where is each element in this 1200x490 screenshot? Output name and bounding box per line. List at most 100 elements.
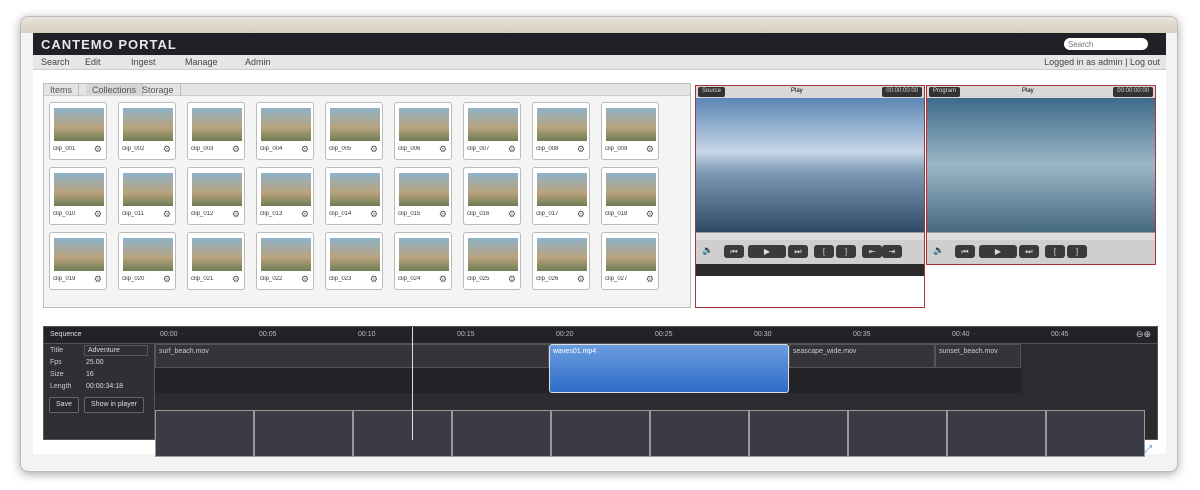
library-item[interactable]: clip_004 ⚙ xyxy=(256,102,314,160)
library-item[interactable]: clip_026 ⚙ xyxy=(532,232,590,290)
prev-icon[interactable]: ⏮ xyxy=(955,245,975,258)
library-item[interactable]: clip_006 ⚙ xyxy=(394,102,452,160)
selected-clip[interactable]: waves01.mp4 xyxy=(549,344,789,393)
video-preview[interactable] xyxy=(696,98,924,232)
show-in-player-button[interactable]: Show in player xyxy=(84,397,144,413)
library-item[interactable]: clip_010 ⚙ xyxy=(49,167,107,225)
gear-icon[interactable]: ⚙ xyxy=(508,274,516,285)
library-item[interactable]: clip_022 ⚙ xyxy=(256,232,314,290)
volume-icon[interactable]: 🔈 xyxy=(702,245,713,256)
video-preview[interactable] xyxy=(927,98,1155,232)
gear-icon[interactable]: ⚙ xyxy=(439,209,447,220)
library-item[interactable]: clip_021 ⚙ xyxy=(187,232,245,290)
search-input[interactable] xyxy=(1064,38,1148,50)
gear-icon[interactable]: ⚙ xyxy=(232,144,240,155)
prev-icon[interactable]: ⏮ xyxy=(724,245,744,258)
menu-bar: Search Edit Ingest Manage Admin Logged i… xyxy=(33,55,1166,70)
title-field[interactable]: Adventure xyxy=(84,345,148,356)
gear-icon[interactable]: ⚙ xyxy=(646,274,654,285)
library-item[interactable]: clip_025 ⚙ xyxy=(463,232,521,290)
item-label: clip_026 xyxy=(536,276,559,282)
gear-icon[interactable]: ⚙ xyxy=(577,209,585,220)
library-item[interactable]: clip_018 ⚙ xyxy=(601,167,659,225)
scrubber[interactable] xyxy=(927,232,1155,240)
user-info[interactable]: Logged in as admin | Log out xyxy=(1044,57,1160,67)
player1-left-button[interactable]: Source xyxy=(698,87,726,97)
library-item[interactable]: clip_012 ⚙ xyxy=(187,167,245,225)
gear-icon[interactable]: ⚙ xyxy=(94,144,102,155)
gear-icon[interactable]: ⚙ xyxy=(301,144,309,155)
library-item[interactable]: clip_014 ⚙ xyxy=(325,167,383,225)
tab-storage[interactable]: Storage xyxy=(136,84,181,96)
play-icon[interactable]: ▶ xyxy=(979,245,1017,258)
tab-items[interactable]: Items xyxy=(44,84,80,96)
resize-icon[interactable]: ⤢ xyxy=(1144,444,1152,455)
item-label: clip_027 xyxy=(605,276,628,282)
library-item[interactable]: clip_008 ⚙ xyxy=(532,102,590,160)
library-item[interactable]: clip_007 ⚙ xyxy=(463,102,521,160)
gear-icon[interactable]: ⚙ xyxy=(163,274,171,285)
gear-icon[interactable]: ⚙ xyxy=(439,144,447,155)
gear-icon[interactable]: ⚙ xyxy=(508,144,516,155)
next-icon[interactable]: ⏭ xyxy=(1019,245,1039,258)
gear-icon[interactable]: ⚙ xyxy=(577,274,585,285)
library-item[interactable]: clip_013 ⚙ xyxy=(256,167,314,225)
mark-out-icon[interactable]: ] xyxy=(836,245,856,258)
insert-icon[interactable]: ⇤ xyxy=(862,245,882,258)
gear-icon[interactable]: ⚙ xyxy=(370,209,378,220)
library-item[interactable]: clip_024 ⚙ xyxy=(394,232,452,290)
volume-icon[interactable]: 🔈 xyxy=(933,245,944,256)
gear-icon[interactable]: ⚙ xyxy=(94,209,102,220)
tab-collections[interactable]: Collections xyxy=(86,84,144,96)
timeline-clip[interactable]: surf_beach.mov xyxy=(155,344,549,368)
mark-in-icon[interactable]: [ xyxy=(814,245,834,258)
save-button[interactable]: Save xyxy=(49,397,79,413)
library-item[interactable]: clip_015 ⚙ xyxy=(394,167,452,225)
library-item[interactable]: clip_020 ⚙ xyxy=(118,232,176,290)
library-item[interactable]: clip_027 ⚙ xyxy=(601,232,659,290)
library-item[interactable]: clip_011 ⚙ xyxy=(118,167,176,225)
player2-left-button[interactable]: Program xyxy=(929,87,961,97)
overwrite-icon[interactable]: ⇥ xyxy=(882,245,902,258)
library-item[interactable]: clip_017 ⚙ xyxy=(532,167,590,225)
menu-ingest[interactable]: Ingest xyxy=(131,57,156,67)
library-item[interactable]: clip_001 ⚙ xyxy=(49,102,107,160)
library-item[interactable]: clip_009 ⚙ xyxy=(601,102,659,160)
timeline-clip[interactable]: seascape_wide.mov xyxy=(789,344,935,368)
gear-icon[interactable]: ⚙ xyxy=(301,274,309,285)
menu-admin[interactable]: Admin xyxy=(245,57,271,67)
gear-icon[interactable]: ⚙ xyxy=(163,209,171,220)
gear-icon[interactable]: ⚙ xyxy=(163,144,171,155)
library-item[interactable]: clip_019 ⚙ xyxy=(49,232,107,290)
library-item[interactable]: clip_023 ⚙ xyxy=(325,232,383,290)
mark-out-icon[interactable]: ] xyxy=(1067,245,1087,258)
item-label: clip_009 xyxy=(605,146,628,152)
gear-icon[interactable]: ⚙ xyxy=(94,274,102,285)
menu-search[interactable]: Search xyxy=(41,57,70,67)
gear-icon[interactable]: ⚙ xyxy=(232,209,240,220)
playhead[interactable] xyxy=(412,327,413,440)
library-item[interactable]: clip_005 ⚙ xyxy=(325,102,383,160)
gear-icon[interactable]: ⚙ xyxy=(370,274,378,285)
library-item[interactable]: clip_016 ⚙ xyxy=(463,167,521,225)
zoom-icon[interactable]: ⊖⊕ xyxy=(1136,329,1151,340)
gear-icon[interactable]: ⚙ xyxy=(508,209,516,220)
info-label: Size xyxy=(50,371,64,378)
gear-icon[interactable]: ⚙ xyxy=(370,144,378,155)
mark-in-icon[interactable]: [ xyxy=(1045,245,1065,258)
library-item[interactable]: clip_002 ⚙ xyxy=(118,102,176,160)
gear-icon[interactable]: ⚙ xyxy=(646,144,654,155)
library-item[interactable]: clip_003 ⚙ xyxy=(187,102,245,160)
timeline-clip[interactable]: sunset_beach.mov xyxy=(935,344,1021,368)
scrubber[interactable] xyxy=(696,232,924,240)
gear-icon[interactable]: ⚙ xyxy=(301,209,309,220)
gear-icon[interactable]: ⚙ xyxy=(577,144,585,155)
item-label: clip_016 xyxy=(467,211,490,217)
menu-manage[interactable]: Manage xyxy=(185,57,218,67)
next-icon[interactable]: ⏭ xyxy=(788,245,808,258)
play-icon[interactable]: ▶ xyxy=(748,245,786,258)
gear-icon[interactable]: ⚙ xyxy=(439,274,447,285)
gear-icon[interactable]: ⚙ xyxy=(646,209,654,220)
gear-icon[interactable]: ⚙ xyxy=(232,274,240,285)
menu-edit[interactable]: Edit xyxy=(85,57,101,67)
